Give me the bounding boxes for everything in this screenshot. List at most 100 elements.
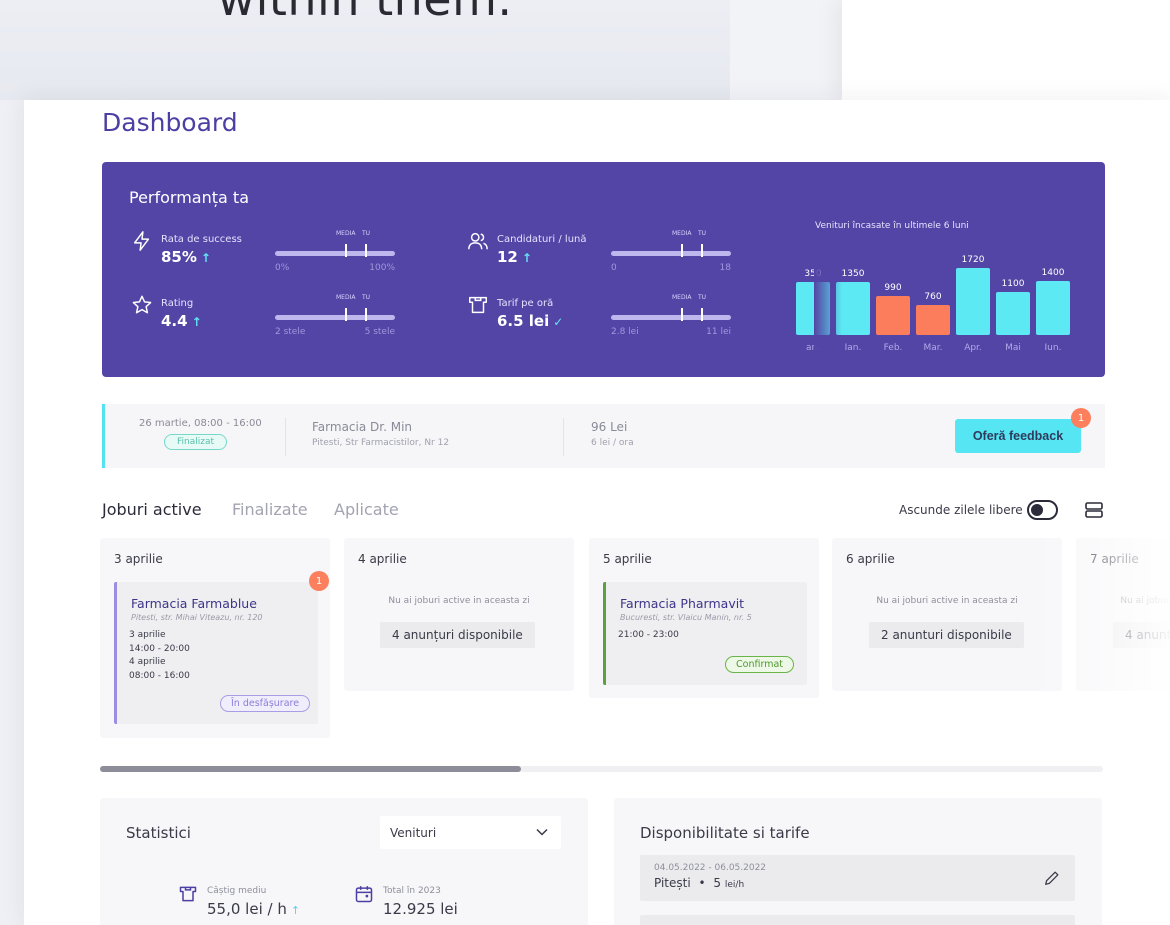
day-date: 6 aprilie <box>846 552 895 566</box>
performance-title: Performanța ta <box>129 188 249 207</box>
chevron-down-icon <box>536 828 548 836</box>
job-address: Bucuresti, str. Vlaicu Manin, nr. 5 <box>620 613 752 622</box>
available-ads-button[interactable]: 4 anunțuri disponibile <box>380 622 535 648</box>
no-jobs-text: Nu ai joburi active in aceasta zi <box>876 596 1018 606</box>
bar-value-label: 1720 <box>961 255 985 265</box>
lightning-icon <box>133 231 150 251</box>
users-icon <box>468 232 488 250</box>
chart-edge-fade <box>814 247 842 357</box>
job-price: 96 Lei <box>591 420 628 434</box>
availability-panel: Disponibilitate si tarife 04.05.2022 - 0… <box>614 798 1102 925</box>
slider-media-caption: MEDIA <box>672 294 692 301</box>
performance-panel: Performanța ta Rata de success 85% ↑ MEDI… <box>102 162 1105 377</box>
chart-bar <box>996 292 1030 335</box>
job-card[interactable]: Farmacia Farmablue Pitesti, str. Mihai V… <box>114 582 318 724</box>
stat-label: Câștig mediu <box>207 886 267 896</box>
hero-text: within them. <box>0 0 730 26</box>
slider-tu-marker <box>701 244 703 257</box>
up-arrow-icon: ↑ <box>191 315 202 329</box>
job-date: 26 martie, 08:00 - 16:00 <box>139 418 262 429</box>
day-date: 3 aprilie <box>114 552 163 566</box>
slider-track <box>611 315 731 320</box>
tab-active-jobs[interactable]: Joburi active <box>102 500 202 519</box>
metric-label: Candidaturi / lună <box>497 234 587 245</box>
day-card: 5 aprilie Farmacia Pharmavit Bucuresti, … <box>589 538 819 698</box>
bar-value-label: 1100 <box>1001 279 1025 289</box>
job-card[interactable]: Farmacia Pharmavit Bucuresti, str. Vlaic… <box>603 582 807 685</box>
day-date: 7 aprilie <box>1090 552 1139 566</box>
slider-media-marker <box>681 308 683 321</box>
select-value: Venituri <box>390 825 437 840</box>
chart-bar <box>916 305 950 335</box>
metric-label: Tarif pe oră <box>497 298 554 309</box>
slider-media-marker <box>345 244 347 257</box>
layout-rows-icon[interactable] <box>1084 500 1104 520</box>
metric-slider: MEDIA TU 2 stele 5 stele <box>275 294 395 337</box>
day-card: 4 aprilie Nu ai joburi active in aceasta… <box>344 538 574 691</box>
day-date: 4 aprilie <box>358 552 407 566</box>
metric-label: Rata de success <box>161 234 242 245</box>
status-badge: Finalizat <box>164 434 228 450</box>
job-times: 3 aprilie 14:00 - 20:00 4 aprilie 08:00 … <box>129 629 190 683</box>
no-jobs-text: Nu ai joburi active in aceasta zi <box>1120 596 1170 606</box>
tab-applied[interactable]: Aplicate <box>334 500 399 519</box>
slider-max: 11 lei <box>706 327 731 337</box>
availability-location: Pitești • 5 lei/h <box>654 876 745 890</box>
slider-tu-marker <box>365 308 367 321</box>
slider-track <box>611 251 731 256</box>
job-rate: 6 lei / ora <box>591 438 634 448</box>
pencil-icon[interactable] <box>1043 869 1061 887</box>
slider-tu-caption: TU <box>698 230 707 237</box>
bar-category-label: Apr. <box>964 343 982 353</box>
metric-slider: MEDIA TU 2.8 lei 11 lei <box>611 294 731 337</box>
pharmacy-address: Pitesti, Str Farmacistilor, Nr 12 <box>312 438 450 448</box>
toggle-knob <box>1031 504 1043 516</box>
slider-media-caption: MEDIA <box>672 230 692 237</box>
day-card: 6 aprilie Nu ai joburi active in aceasta… <box>832 538 1062 691</box>
slider-tu-marker <box>701 308 703 321</box>
chart-bar <box>876 296 910 335</box>
hide-free-days-label: Ascunde zilele libere <box>899 503 1023 517</box>
day-card: 7 aprilie Nu ai joburi active in aceasta… <box>1076 538 1170 691</box>
metric-value: 6.5 lei ✓ <box>497 312 564 330</box>
give-feedback-button[interactable]: Oferă feedback <box>955 419 1081 453</box>
metric-value: 4.4 ↑ <box>161 312 202 330</box>
job-address: Pitesti, str. Mihai Viteazu, nr. 120 <box>131 613 263 622</box>
chart-title: Venituri încasate în ultimele 6 luni <box>815 221 969 231</box>
job-pharmacy-name: Farmacia Pharmavit <box>620 596 745 611</box>
available-ads-button[interactable]: 2 anunturi disponibile <box>869 622 1024 648</box>
stat-value: 12.925 lei <box>383 900 458 918</box>
availability-item[interactable] <box>640 915 1075 925</box>
slider-min: 2 stele <box>275 327 306 337</box>
metric-applications: Candidaturi / lună 12 ↑ MEDIA TU 0 18 <box>467 230 757 280</box>
stat-value: 55,0 lei / h ↑ <box>207 900 301 918</box>
slider-tu-caption: TU <box>362 294 371 301</box>
hide-free-days-toggle[interactable] <box>1027 500 1058 520</box>
stat-label: Total în 2023 <box>383 886 441 896</box>
availability-item[interactable]: 04.05.2022 - 06.05.2022 Pitești • 5 lei/… <box>640 855 1075 901</box>
metric-value: 12 ↑ <box>497 248 532 266</box>
day-date: 5 aprilie <box>603 552 652 566</box>
slider-media-caption: MEDIA <box>336 294 356 301</box>
available-ads-button[interactable]: 4 anunturi disponibile <box>1113 622 1170 648</box>
slider-max: 100% <box>369 263 395 273</box>
slider-media-marker <box>681 244 683 257</box>
bar-value-label: 1400 <box>1041 268 1065 278</box>
slider-track <box>275 315 395 320</box>
job-time-line: 3 aprilie <box>129 630 166 640</box>
slider-tu-caption: TU <box>362 230 371 237</box>
availability-dates: 04.05.2022 - 06.05.2022 <box>654 863 767 873</box>
statistics-select[interactable]: Venituri <box>380 816 561 849</box>
slider-max: 5 stele <box>364 327 395 337</box>
slider-min: 0 <box>611 263 617 273</box>
up-arrow-icon: ↑ <box>290 904 301 917</box>
job-time-line: 08:00 - 16:00 <box>129 670 190 681</box>
slider-min: 0% <box>275 263 290 273</box>
tab-finished[interactable]: Finalizate <box>232 500 308 519</box>
slider-media-caption: MEDIA <box>336 230 356 237</box>
scrollbar-thumb[interactable] <box>100 766 521 772</box>
bar-category-label: Mar. <box>923 343 943 353</box>
divider <box>563 418 564 456</box>
metric-slider: MEDIA TU 0% 100% <box>275 230 395 273</box>
day-card: 3 aprilie Farmacia Farmablue Pitesti, st… <box>100 538 330 738</box>
